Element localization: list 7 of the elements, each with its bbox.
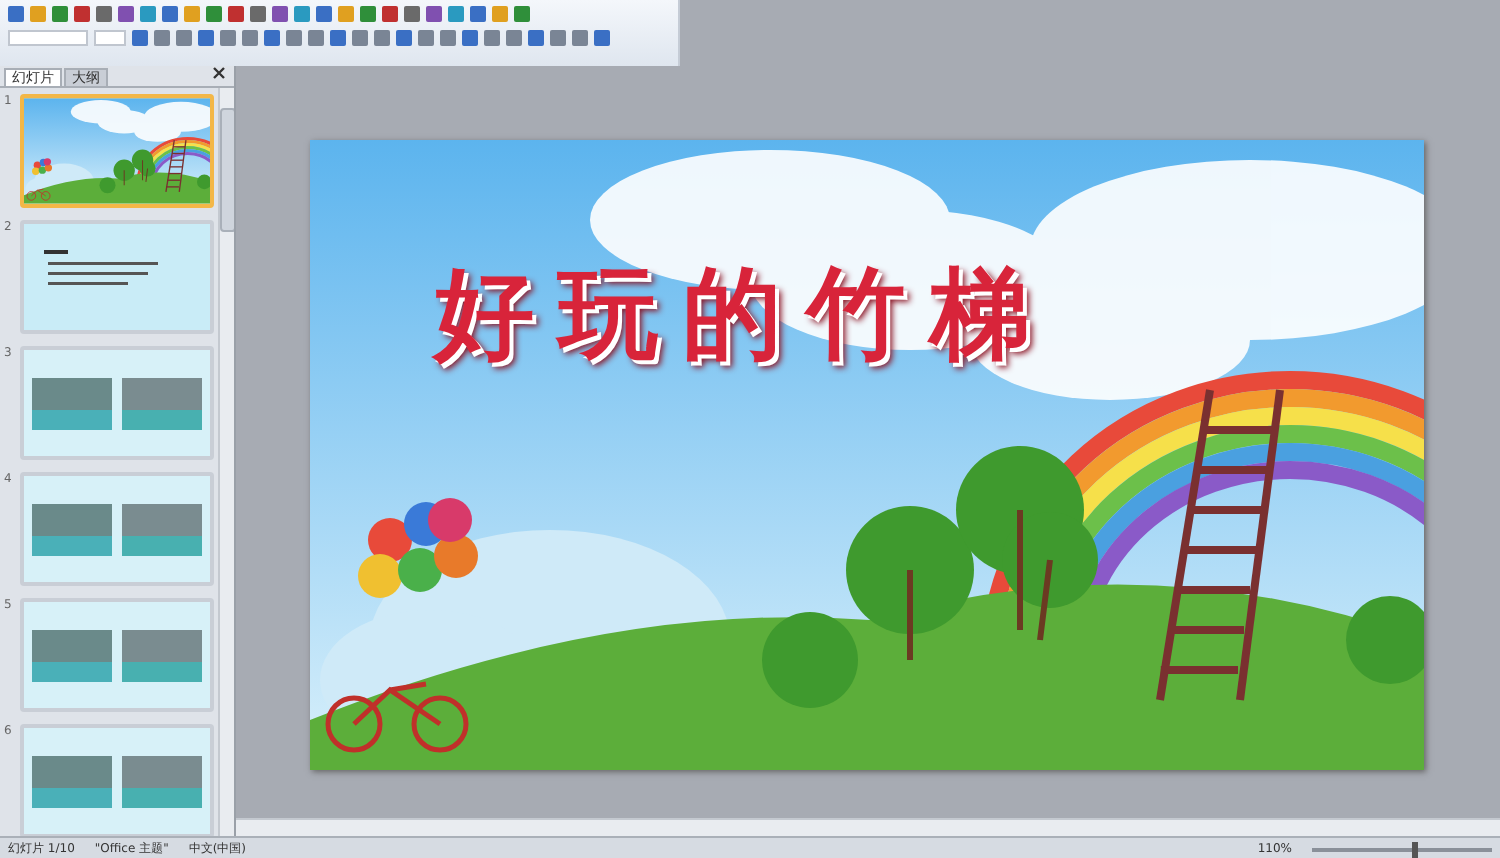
scrollbar[interactable] (236, 818, 1500, 836)
slide-title: 好玩的竹梯 (434, 260, 1054, 370)
zoom-handle[interactable] (1411, 841, 1417, 857)
close-icon[interactable] (212, 66, 226, 80)
scrollbar[interactable] (218, 88, 234, 836)
font-field[interactable] (8, 30, 88, 46)
font-size-field[interactable] (94, 30, 126, 46)
